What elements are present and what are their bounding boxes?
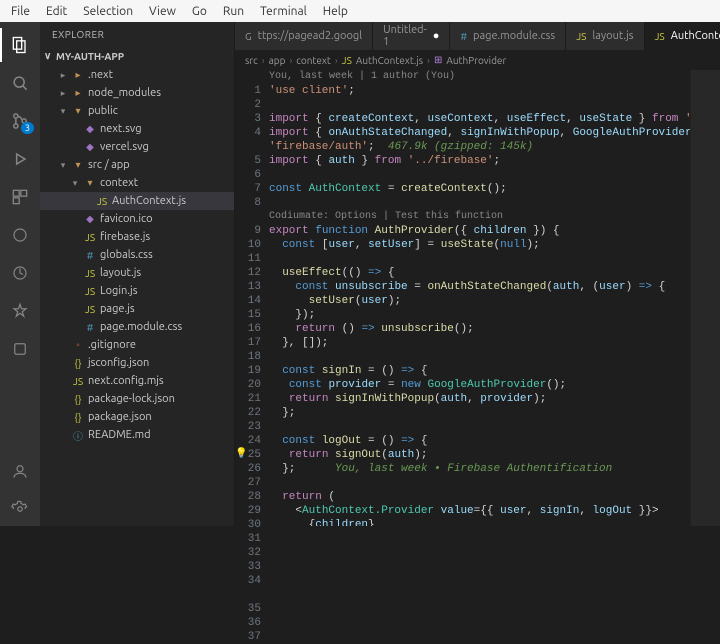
scm-badge: 3 [21, 122, 34, 134]
activity-ext1[interactable] [0, 218, 40, 252]
activity-extensions[interactable] [0, 180, 40, 214]
tree-item[interactable]: {}jsconfig.json [40, 354, 234, 372]
tab[interactable]: JSAuthContext.js× [645, 22, 720, 50]
line-gutter: 1234567891011121314151617181920212223242… [235, 70, 269, 526]
tree-item[interactable]: ⓘREADME.md [40, 426, 234, 444]
file-icon: # [84, 322, 96, 333]
menu-file[interactable]: File [4, 3, 37, 20]
workbench: 3 EXPLORER ∨ MY-AUTH-AP [0, 22, 720, 526]
activity-ext3[interactable] [0, 294, 40, 328]
file-tree: ▸▸.next▸▸node_modules▾▾public◆next.svg◆v… [40, 66, 234, 526]
tab-icon: G [245, 31, 252, 42]
tree-item[interactable]: JSlayout.js [40, 264, 234, 282]
project-title[interactable]: ∨ MY-AUTH-APP [40, 46, 234, 66]
tab-icon: # [460, 31, 467, 42]
file-icon: JS [84, 268, 96, 279]
tree-item[interactable]: ◆next.svg [40, 120, 234, 138]
file-icon: JS [72, 376, 84, 387]
tab-icon: JS [655, 31, 665, 42]
tab-bar: Gttps://pagead2.googlUntitled-1●#page.mo… [235, 22, 720, 50]
activity-search[interactable] [0, 66, 40, 100]
tree-item[interactable]: ▾▾public [40, 102, 234, 120]
sidebar: EXPLORER ∨ MY-AUTH-APP ▸▸.next▸▸node_mod… [40, 22, 235, 526]
activity-ext2[interactable] [0, 256, 40, 290]
file-icon: JS [84, 232, 96, 243]
file-icon: # [84, 250, 96, 261]
activity-explorer[interactable] [0, 28, 40, 62]
activity-bar: 3 [0, 22, 40, 526]
tree-item[interactable]: {}package.json [40, 408, 234, 426]
tree-item[interactable]: #globals.css [40, 246, 234, 264]
menu-terminal[interactable]: Terminal [253, 3, 314, 20]
file-icon: ◆ [84, 213, 96, 225]
tree-item[interactable]: JSAuthContext.js [40, 192, 234, 210]
tree-item[interactable]: JSLogin.js [40, 282, 234, 300]
activity-ext4[interactable] [0, 332, 40, 366]
file-icon: ▾ [84, 177, 96, 189]
tree-item[interactable]: ◦.gitignore [40, 336, 234, 354]
tree-item[interactable]: JSnext.config.mjs [40, 372, 234, 390]
menu-edit[interactable]: Edit [39, 3, 74, 20]
menu-view[interactable]: View [142, 3, 183, 20]
tab[interactable]: JSlayout.js [566, 22, 644, 50]
menu-run[interactable]: Run [216, 3, 251, 20]
menubar: FileEditSelectionViewGoRunTerminalHelp [0, 0, 720, 22]
tree-item[interactable]: {}package-lock.json [40, 390, 234, 408]
tree-item[interactable]: ◆favicon.ico [40, 210, 234, 228]
editor-area: Gttps://pagead2.googlUntitled-1●#page.mo… [235, 22, 720, 526]
minimap[interactable] [690, 70, 720, 526]
activity-scm[interactable]: 3 [0, 104, 40, 138]
breadcrumbs[interactable]: src›app›context›JS AuthContext.js›⊞ Auth… [235, 50, 720, 70]
file-icon: JS [84, 304, 96, 315]
activity-account[interactable] [0, 454, 40, 488]
tree-item[interactable]: ▸▸.next [40, 66, 234, 84]
file-icon: ◆ [84, 123, 96, 135]
file-icon: {} [72, 358, 84, 369]
tab[interactable]: Gttps://pagead2.googl [235, 22, 373, 50]
code-editor[interactable]: 1234567891011121314151617181920212223242… [235, 70, 720, 526]
sidebar-title: EXPLORER [40, 22, 234, 46]
tree-item[interactable]: ▸▸node_modules [40, 84, 234, 102]
tab-icon: JS [576, 31, 586, 42]
file-icon: ◦ [72, 339, 84, 351]
activity-settings[interactable] [0, 492, 40, 526]
codelens[interactable]: You, last week | 1 author (You) [269, 70, 690, 84]
tree-item[interactable]: JSfirebase.js [40, 228, 234, 246]
menu-selection[interactable]: Selection [76, 3, 140, 20]
lightbulb-icon[interactable]: 💡 [235, 448, 247, 462]
file-icon: ▾ [72, 159, 84, 171]
tab[interactable]: #page.module.css [450, 22, 566, 50]
tree-item[interactable]: ◆vercel.svg [40, 138, 234, 156]
file-icon: ◆ [84, 141, 96, 153]
file-icon: ▾ [72, 105, 84, 117]
file-icon: ⓘ [72, 428, 84, 443]
file-icon: {} [72, 394, 84, 405]
tree-item[interactable]: ▾▾context [40, 174, 234, 192]
tree-item[interactable]: JSpage.js [40, 300, 234, 318]
tree-item[interactable]: #page.module.css [40, 318, 234, 336]
file-icon: JS [96, 196, 108, 207]
file-icon: ▸ [72, 69, 84, 81]
menu-go[interactable]: Go [185, 3, 214, 20]
menu-help[interactable]: Help [316, 3, 355, 20]
file-icon: JS [84, 286, 96, 297]
codelens[interactable]: Codiumate: Options | Test this function [269, 210, 690, 224]
file-icon: {} [72, 412, 84, 423]
tab[interactable]: Untitled-1● [373, 22, 450, 50]
file-icon: ▸ [72, 87, 84, 99]
activity-debug[interactable] [0, 142, 40, 176]
tree-item[interactable]: ▾▾src / app [40, 156, 234, 174]
